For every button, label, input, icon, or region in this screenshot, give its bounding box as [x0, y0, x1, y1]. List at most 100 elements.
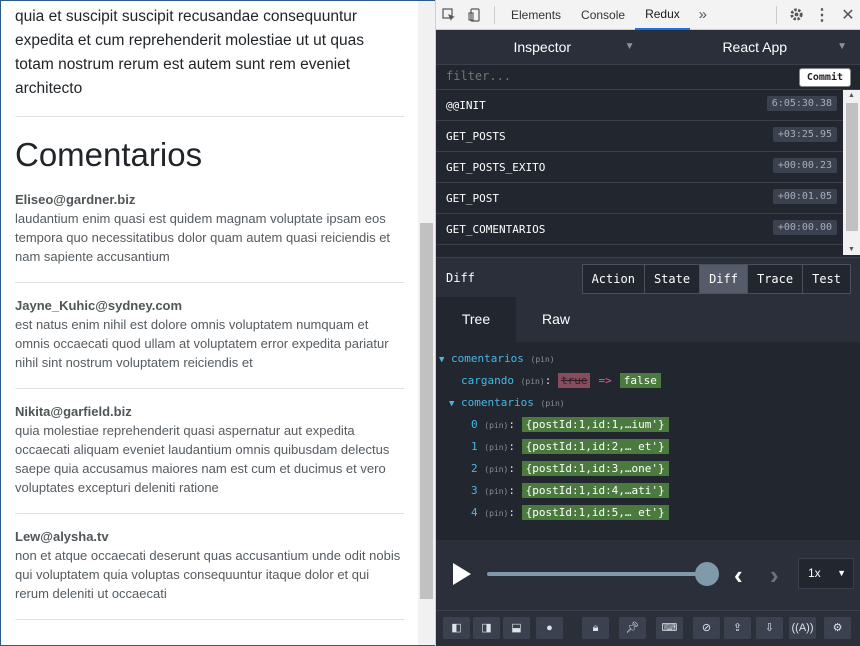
- instance-select[interactable]: React App ▼: [649, 30, 860, 64]
- added-value: {postId:1,id:2,… et'}: [521, 439, 669, 454]
- action-item[interactable]: GET_COMENTARIOS +00:00.00: [436, 214, 843, 245]
- pin-label[interactable]: (pin): [521, 377, 545, 386]
- tab-elements[interactable]: Elements: [501, 0, 571, 30]
- action-time: +00:01.05: [772, 189, 837, 204]
- page-scrollbar[interactable]: [418, 1, 435, 645]
- action-item[interactable]: GET_POST +00:01.05: [436, 183, 843, 214]
- tree-key: comentarios: [451, 352, 524, 365]
- action-name: GET_POSTS_EXITO: [446, 161, 546, 174]
- removed-value: true: [557, 373, 591, 388]
- post-body-text: quia et suscipit suscipit recusandae con…: [15, 8, 364, 97]
- download-icon[interactable]: ⇩: [756, 617, 783, 639]
- double-chevron-icon[interactable]: »: [690, 0, 716, 30]
- tab-state[interactable]: State: [644, 265, 701, 293]
- tab-diff[interactable]: Diff: [700, 265, 748, 293]
- pin-label[interactable]: (pin): [484, 487, 508, 496]
- upload-icon[interactable]: ⇪: [724, 617, 751, 639]
- play-icon[interactable]: [453, 563, 471, 585]
- divider: [15, 619, 404, 620]
- chevron-down-icon: ▼: [624, 41, 635, 52]
- lock-icon[interactable]: 🔒︎: [582, 617, 609, 639]
- comment-body: non et atque occaecati deserunt quas acc…: [15, 548, 401, 601]
- tab-tree[interactable]: Tree: [436, 297, 516, 342]
- record-icon[interactable]: ●: [536, 617, 563, 639]
- comments-heading: Comentarios: [15, 136, 203, 173]
- comment-body: est natus enim nihil est dolore omnis vo…: [15, 317, 389, 370]
- chevron-down-icon: ▼: [837, 568, 846, 578]
- action-list-scrollbar-thumb[interactable]: [846, 103, 858, 231]
- chevron-down-icon: ▼: [837, 41, 847, 52]
- timeline-slider-knob[interactable]: [695, 562, 719, 586]
- settings-icon[interactable]: ⚙: [824, 617, 851, 639]
- tree-key: comentarios: [461, 396, 534, 409]
- monitor-select[interactable]: Inspector ▼: [436, 30, 649, 64]
- close-icon[interactable]: ✕: [835, 0, 860, 30]
- comment-email: Nikita@garfield.biz: [15, 404, 132, 419]
- tree-index: 3: [471, 484, 478, 497]
- added-value: {postId:1,id:4,…ati'}: [521, 483, 669, 498]
- persist-icon[interactable]: ⊘: [693, 617, 720, 639]
- comment-email: Jayne_Kuhic@sydney.com: [15, 298, 183, 313]
- added-value: false: [619, 373, 661, 388]
- tab-console[interactable]: Console: [571, 0, 635, 30]
- added-value: {postId:1,id:5,… et'}: [521, 505, 669, 520]
- tree-key: cargando: [461, 374, 514, 387]
- pin-label[interactable]: (pin): [484, 509, 508, 518]
- filter-input[interactable]: [446, 69, 746, 83]
- chevron-left-icon[interactable]: ‹: [734, 560, 743, 591]
- pin-label[interactable]: (pin): [484, 465, 508, 474]
- action-name: GET_POST: [446, 192, 499, 205]
- tab-action[interactable]: Action: [582, 265, 645, 293]
- tab-redux[interactable]: Redux: [635, 0, 690, 30]
- action-list-scrollbar[interactable]: ▲ ▼: [843, 90, 860, 255]
- playback-speed-select[interactable]: 1x ▼: [798, 558, 854, 589]
- scroll-up-icon[interactable]: ▲: [848, 92, 855, 99]
- layout-right-icon[interactable]: ◨: [473, 617, 500, 639]
- device-toolbar-icon[interactable]: [462, 0, 488, 30]
- tree-node-list[interactable]: ▼ comentarios (pin): [449, 396, 565, 409]
- commit-button[interactable]: Commit: [798, 68, 851, 87]
- scroll-down-icon[interactable]: ▼: [848, 246, 855, 253]
- action-item[interactable]: @@INIT 6:05:30.38: [436, 90, 843, 121]
- action-time: +00:00.00: [772, 220, 837, 235]
- tab-trace[interactable]: Trace: [747, 265, 804, 293]
- action-name: @@INIT: [446, 99, 486, 112]
- comment-body: laudantium enim quasi est quidem magnam …: [15, 211, 391, 264]
- added-value: {postId:1,id:1,…ium'}: [521, 417, 669, 432]
- tab-test[interactable]: Test: [803, 265, 850, 293]
- devtools-tabbar: Elements Console Redux » ⋮ ✕: [436, 0, 860, 30]
- tree-item: 2 (pin): {postId:1,id:3,…one'}: [471, 461, 669, 476]
- kebab-menu-icon[interactable]: ⋮: [809, 0, 835, 30]
- tree-node-root[interactable]: ▼ comentarios (pin): [439, 352, 555, 365]
- web-page: quia et suscipit suscipit recusandae con…: [0, 0, 435, 646]
- chevron-right-icon[interactable]: ›: [770, 560, 779, 591]
- expand-arrow-icon[interactable]: ▼: [449, 399, 454, 409]
- action-name: GET_POSTS: [446, 130, 506, 143]
- timeline-slider[interactable]: [487, 572, 707, 576]
- action-item[interactable]: GET_POSTS +03:25.95: [436, 121, 843, 152]
- action-time: +00:00.23: [772, 158, 837, 173]
- filter-row: Commit: [436, 65, 860, 90]
- layout-left-icon[interactable]: ◧: [443, 617, 470, 639]
- devtools-panel: Elements Console Redux » ⋮ ✕ Inspector ▼…: [435, 0, 860, 646]
- pin-label[interactable]: (pin): [541, 399, 565, 408]
- inspect-element-icon[interactable]: [436, 0, 462, 30]
- expand-arrow-icon[interactable]: ▼: [439, 355, 444, 365]
- view-tabs: Tree Raw: [436, 297, 860, 342]
- pin-icon[interactable]: 📌︎: [619, 617, 646, 639]
- gear-icon[interactable]: [783, 0, 809, 30]
- pin-label[interactable]: (pin): [484, 443, 508, 452]
- remote-icon[interactable]: ((A)): [789, 617, 816, 639]
- monitor-select-label: Inspector: [513, 39, 572, 55]
- pin-label[interactable]: (pin): [531, 355, 555, 364]
- comment-email: Lew@alysha.tv: [15, 529, 109, 544]
- monitor-title: Diff: [446, 271, 475, 285]
- comment-body: quia molestiae reprehenderit quasi asper…: [15, 423, 390, 495]
- keyboard-icon[interactable]: ⌨: [656, 617, 683, 639]
- action-item[interactable]: GET_POSTS_EXITO +00:00.23: [436, 152, 843, 183]
- instance-select-label: React App: [722, 39, 788, 55]
- tab-raw[interactable]: Raw: [516, 297, 596, 342]
- page-scrollbar-thumb[interactable]: [420, 223, 433, 599]
- pin-label[interactable]: (pin): [484, 421, 508, 430]
- layout-bottom-icon[interactable]: ⬓: [503, 617, 530, 639]
